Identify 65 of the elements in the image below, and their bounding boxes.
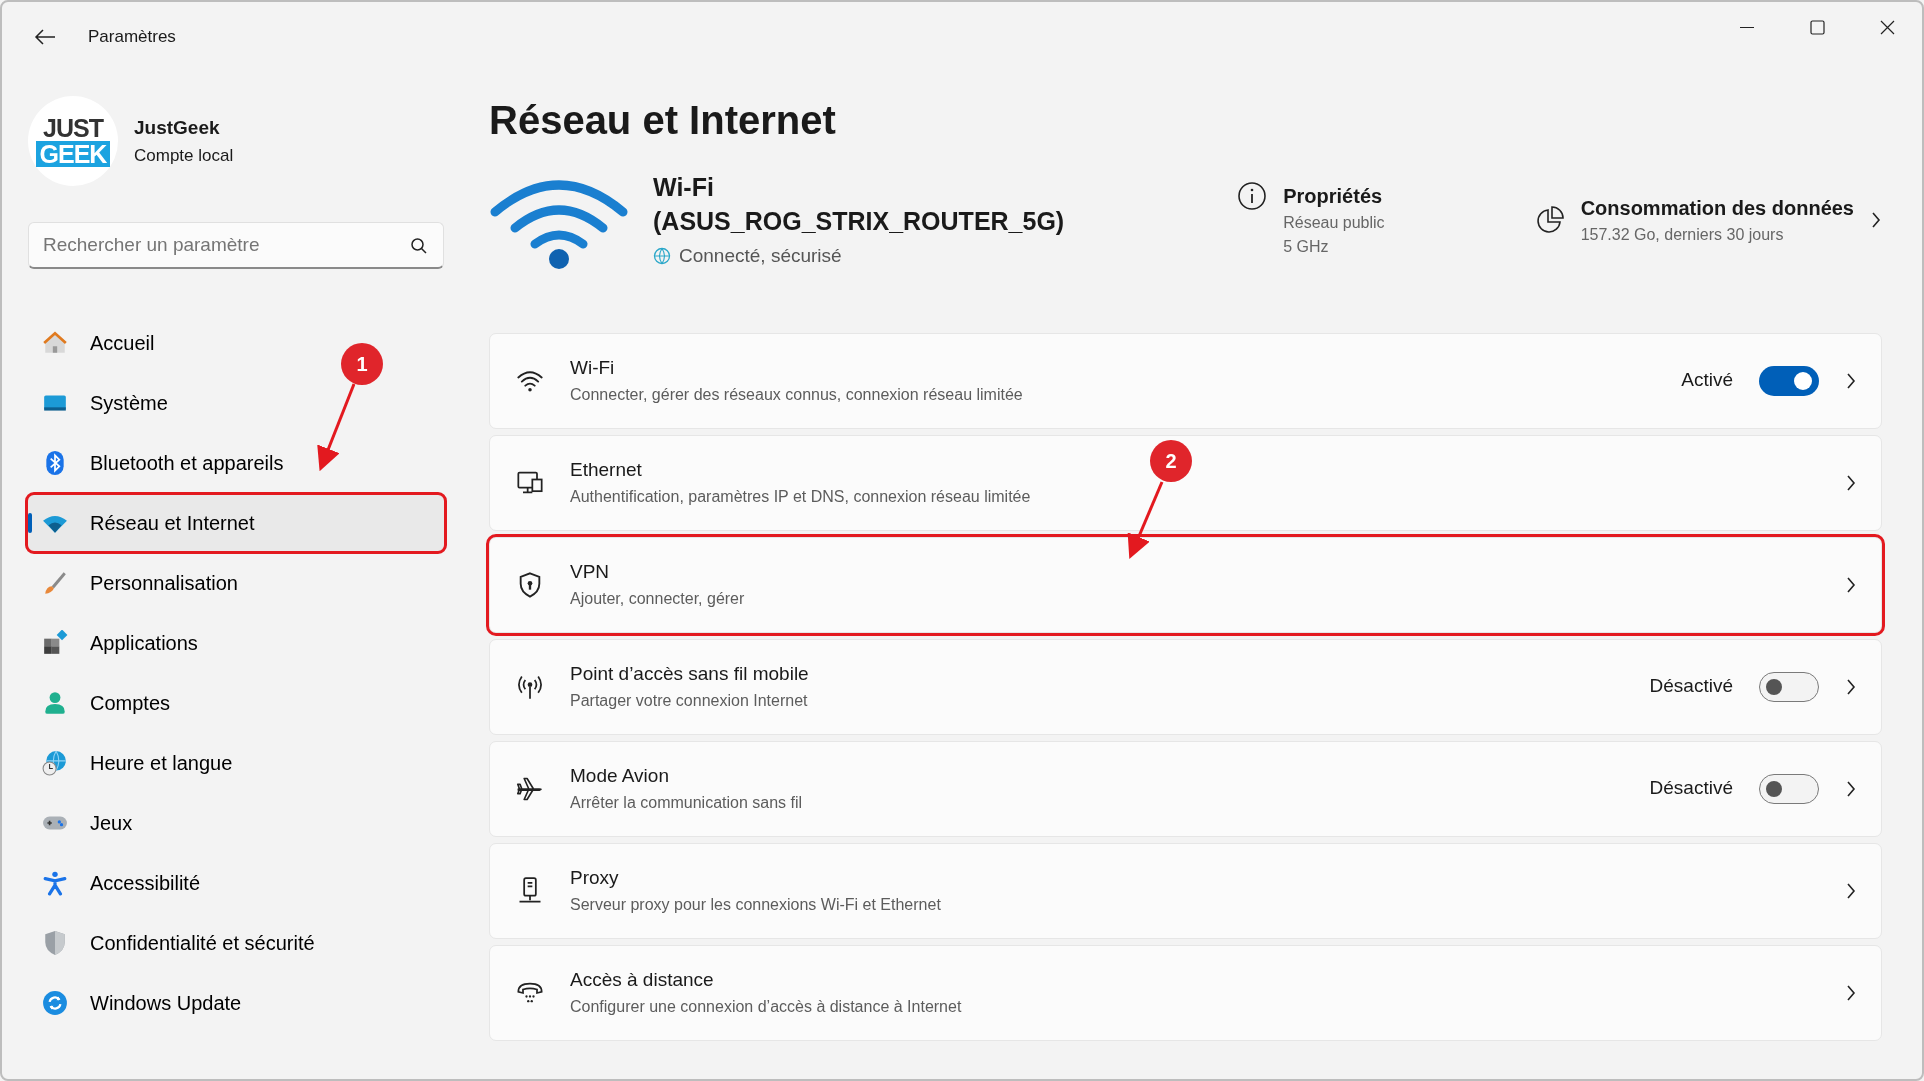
maximize-icon (1808, 18, 1826, 36)
toggle-switch[interactable] (1759, 365, 1819, 396)
house-icon (42, 330, 68, 356)
setting-title: VPN (570, 560, 610, 585)
profile-logo: JUST GEEK (28, 96, 118, 186)
account-type: Compte local (134, 144, 234, 167)
setting-description: Serveur proxy pour les connexions Wi-Fi et Ethernet (570, 894, 941, 915)
search-field[interactable]: Rechercher un paramètre (28, 222, 444, 269)
connection-status: Connecté, sécurisé (679, 244, 842, 268)
settings-row[interactable]: Accès à distance Configurer une connexion d’accès à distance à Internet (489, 944, 1882, 1041)
toggle-state-label: Désactivé (1649, 776, 1733, 801)
sidebar-item[interactable]: Bluetooth et appareils (28, 435, 444, 491)
setting-title: Proxy (570, 866, 619, 891)
globe-clock-icon (42, 750, 68, 776)
setting-description: Partager votre connexion Internet (570, 690, 808, 711)
toggle-state-label: Activé (1681, 368, 1733, 393)
setting-title: Mode Avion (570, 764, 669, 789)
accessibility-icon (42, 870, 68, 896)
sidebar-item[interactable]: Accessibilité (28, 855, 444, 911)
back-arrow-icon (34, 28, 56, 46)
toggle-switch[interactable] (1759, 671, 1819, 702)
data-usage-link[interactable]: Consommation des données 157.32 Go, derniers 30 jours (1534, 193, 1882, 248)
person-icon (42, 690, 68, 716)
sidebar-item[interactable]: Jeux (28, 795, 444, 851)
shield-icon (42, 930, 68, 956)
setting-description: Authentification, paramètres IP et DNS, connexion réseau limitée (570, 486, 1031, 507)
sidebar-item[interactable]: Confidentialité et sécurité (28, 915, 444, 971)
info-icon (1237, 181, 1268, 212)
search-icon (410, 237, 428, 255)
minimize-icon (1738, 25, 1756, 29)
toggle-state-label: Désactivé (1649, 674, 1733, 699)
sidebar-item[interactable]: Réseau et Internet (28, 495, 444, 551)
settings-row[interactable]: Mode Avion Arrêter la communication sans fil Désactivé (489, 740, 1882, 837)
apps-icon (42, 630, 68, 656)
properties-link[interactable]: Propriétés Réseau public 5 GHz (1237, 181, 1385, 260)
setting-title: Ethernet (570, 458, 642, 483)
settings-row[interactable]: Point d’accès sans fil mobile Partager votre connexion Internet Désactivé (489, 638, 1882, 735)
sidebar-item[interactable]: Heure et langue (28, 735, 444, 791)
setting-description: Connecter, gérer des réseaux connus, connexion réseau limitée (570, 384, 1023, 405)
toggle-switch[interactable] (1759, 773, 1819, 804)
network-name: Wi-Fi (653, 172, 715, 203)
globe-icon (653, 247, 671, 266)
sidebar-item[interactable]: Comptes (28, 675, 444, 731)
sidebar-item[interactable]: Windows Update (28, 975, 444, 1031)
settings-row[interactable]: Wi-Fi Connecter, gérer des réseaux connus, connexion réseau limitée Activé (489, 332, 1882, 429)
page-title: Réseau et Internet (489, 97, 837, 144)
pie-chart-icon (1534, 205, 1565, 236)
setting-title: Accès à distance (570, 968, 714, 993)
annotation-marker: 1 (341, 343, 383, 385)
sidebar-item[interactable]: Applications (28, 615, 444, 671)
setting-title: Point d’accès sans fil mobile (570, 662, 809, 687)
paintbrush-icon (42, 570, 68, 596)
close-icon (1878, 18, 1896, 36)
annotation-marker: 2 (1150, 440, 1192, 482)
profile-name: JustGeek (134, 116, 221, 140)
setting-title: Wi-Fi (570, 356, 615, 381)
setting-description: Ajouter, connecter, gérer (570, 588, 745, 609)
settings-row[interactable]: Proxy Serveur proxy pour les connexions Wi-Fi et Ethernet (489, 842, 1882, 939)
settings-row[interactable]: VPN Ajouter, connecter, gérer (489, 536, 1882, 633)
window-title: Paramètres (88, 26, 176, 49)
setting-description: Configurer une connexion d’accès à distance à Internet (570, 996, 962, 1017)
sidebar-item[interactable]: Personnalisation (28, 555, 444, 611)
setting-description: Arrêter la communication sans fil (570, 792, 803, 813)
sync-icon (42, 990, 68, 1016)
network-ssid: (ASUS_ROG_STRIX_ROUTER_5G) (653, 206, 1065, 237)
